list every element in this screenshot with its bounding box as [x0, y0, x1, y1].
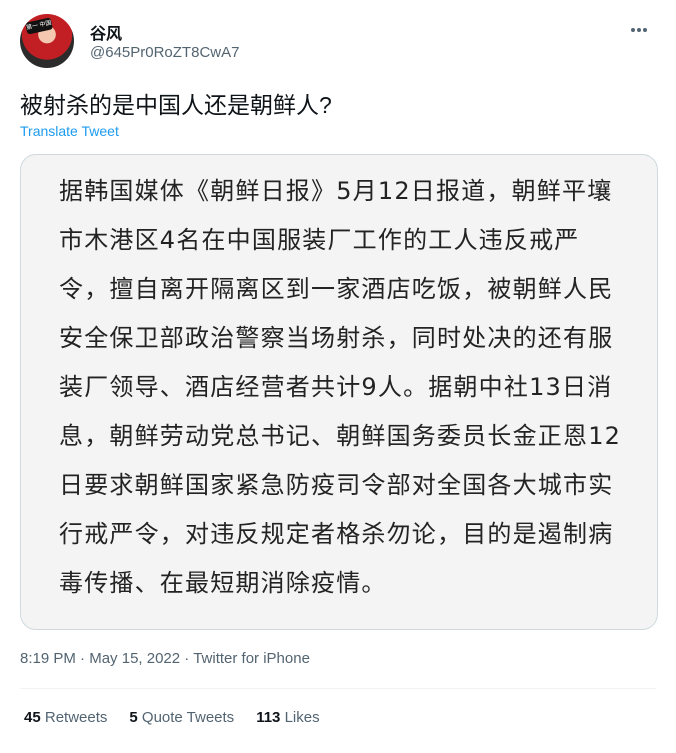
likes-stat[interactable]: 113 Likes — [256, 709, 319, 726]
avatar-badge: 第一 中国 — [25, 17, 53, 35]
image-text: 据韩国媒体《朝鲜日报》5月12日报道，朝鲜平壤市木港区4名在中国服装厂工作的工人… — [59, 177, 622, 597]
retweets-count: 45 — [24, 709, 41, 726]
likes-count: 113 — [256, 709, 281, 726]
tweet-image[interactable]: 据韩国媒体《朝鲜日报》5月12日报道，朝鲜平壤市木港区4名在中国服装厂工作的工人… — [20, 154, 658, 630]
tweet-time[interactable]: 8:19 PM — [20, 650, 76, 667]
more-options-button[interactable] — [624, 20, 654, 40]
retweets-stat[interactable]: 45 Retweets — [24, 709, 107, 726]
tweet-stats: 45 Retweets 5 Quote Tweets 113 Likes — [24, 709, 320, 726]
tweet-text: 被射杀的是中国人还是朝鲜人? — [20, 92, 332, 118]
user-handle[interactable]: @645Pr0RoZT8CwA7 — [90, 44, 239, 61]
avatar[interactable]: 第一 中国 — [20, 14, 74, 68]
quote-tweets-count: 5 — [129, 709, 138, 726]
quote-tweets-label: Quote Tweets — [141, 709, 235, 726]
display-name[interactable]: 谷风 — [90, 20, 122, 44]
tweet-header: 第一 中国 谷风 @645Pr0RoZT8CwA7 — [20, 14, 660, 74]
retweets-label: Retweets — [44, 709, 108, 726]
likes-label: Likes — [284, 709, 320, 726]
tweet-meta: 8:19 PM · May 15, 2022 · Twitter for iPh… — [20, 650, 310, 667]
divider — [20, 688, 656, 689]
meta-separator: · — [80, 650, 90, 667]
translate-tweet-link[interactable]: Translate Tweet — [20, 123, 119, 139]
quote-tweets-stat[interactable]: 5 Quote Tweets — [129, 709, 234, 726]
meta-separator: · — [184, 650, 194, 667]
tweet-source[interactable]: Twitter for iPhone — [193, 650, 310, 667]
more-horizontal-icon — [631, 28, 647, 32]
tweet-date[interactable]: May 15, 2022 — [89, 650, 180, 667]
